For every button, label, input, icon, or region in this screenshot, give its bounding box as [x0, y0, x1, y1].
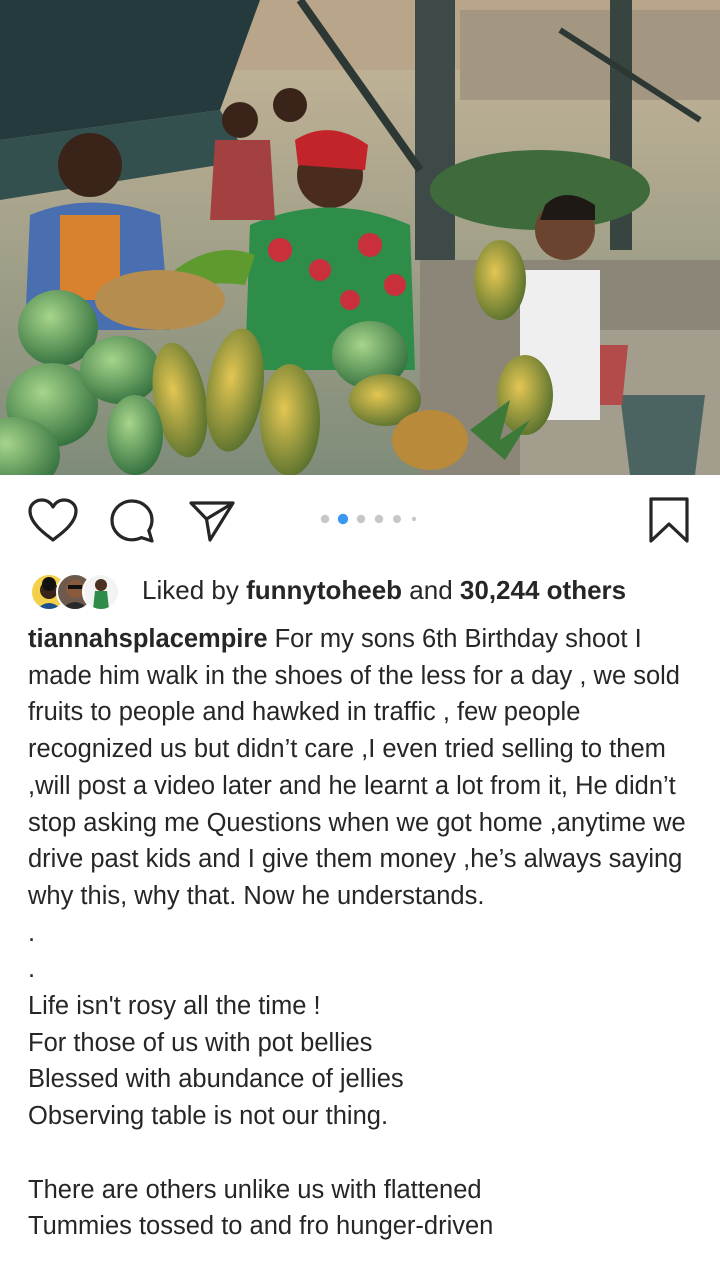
- likes-prefix: Liked by: [142, 575, 247, 605]
- market-scene-illustration: [0, 0, 720, 475]
- likes-connector: and: [402, 575, 460, 605]
- bookmark-icon[interactable]: [647, 496, 691, 549]
- comment-bubble-icon[interactable]: [108, 497, 156, 550]
- paper-plane-icon[interactable]: [188, 499, 236, 548]
- carousel-indicator: [318, 512, 428, 526]
- carousel-dot: [320, 514, 330, 524]
- carousel-dot: [393, 515, 401, 523]
- carousel-dot-active: [337, 513, 349, 525]
- likes-row[interactable]: Liked by funnytoheeb and 30,244 others: [30, 571, 710, 611]
- carousel-dot: [411, 516, 417, 522]
- likes-others-count[interactable]: 30,244 others: [460, 575, 626, 605]
- likes-text: Liked by funnytoheeb and 30,244 others: [142, 574, 626, 606]
- post-caption: tiannahsplacempire For my sons 6th Birth…: [28, 621, 696, 1245]
- caption-username[interactable]: tiannahsplacempire: [28, 625, 268, 653]
- carousel-dot: [356, 514, 366, 524]
- caption-text: For my sons 6th Birthday shoot I made hi…: [28, 625, 686, 1241]
- heart-icon[interactable]: [27, 497, 79, 548]
- carousel-dot: [374, 514, 384, 524]
- avatar: [82, 573, 120, 611]
- post-photo[interactable]: [0, 0, 720, 475]
- first-liker-username[interactable]: funnytoheeb: [246, 575, 402, 605]
